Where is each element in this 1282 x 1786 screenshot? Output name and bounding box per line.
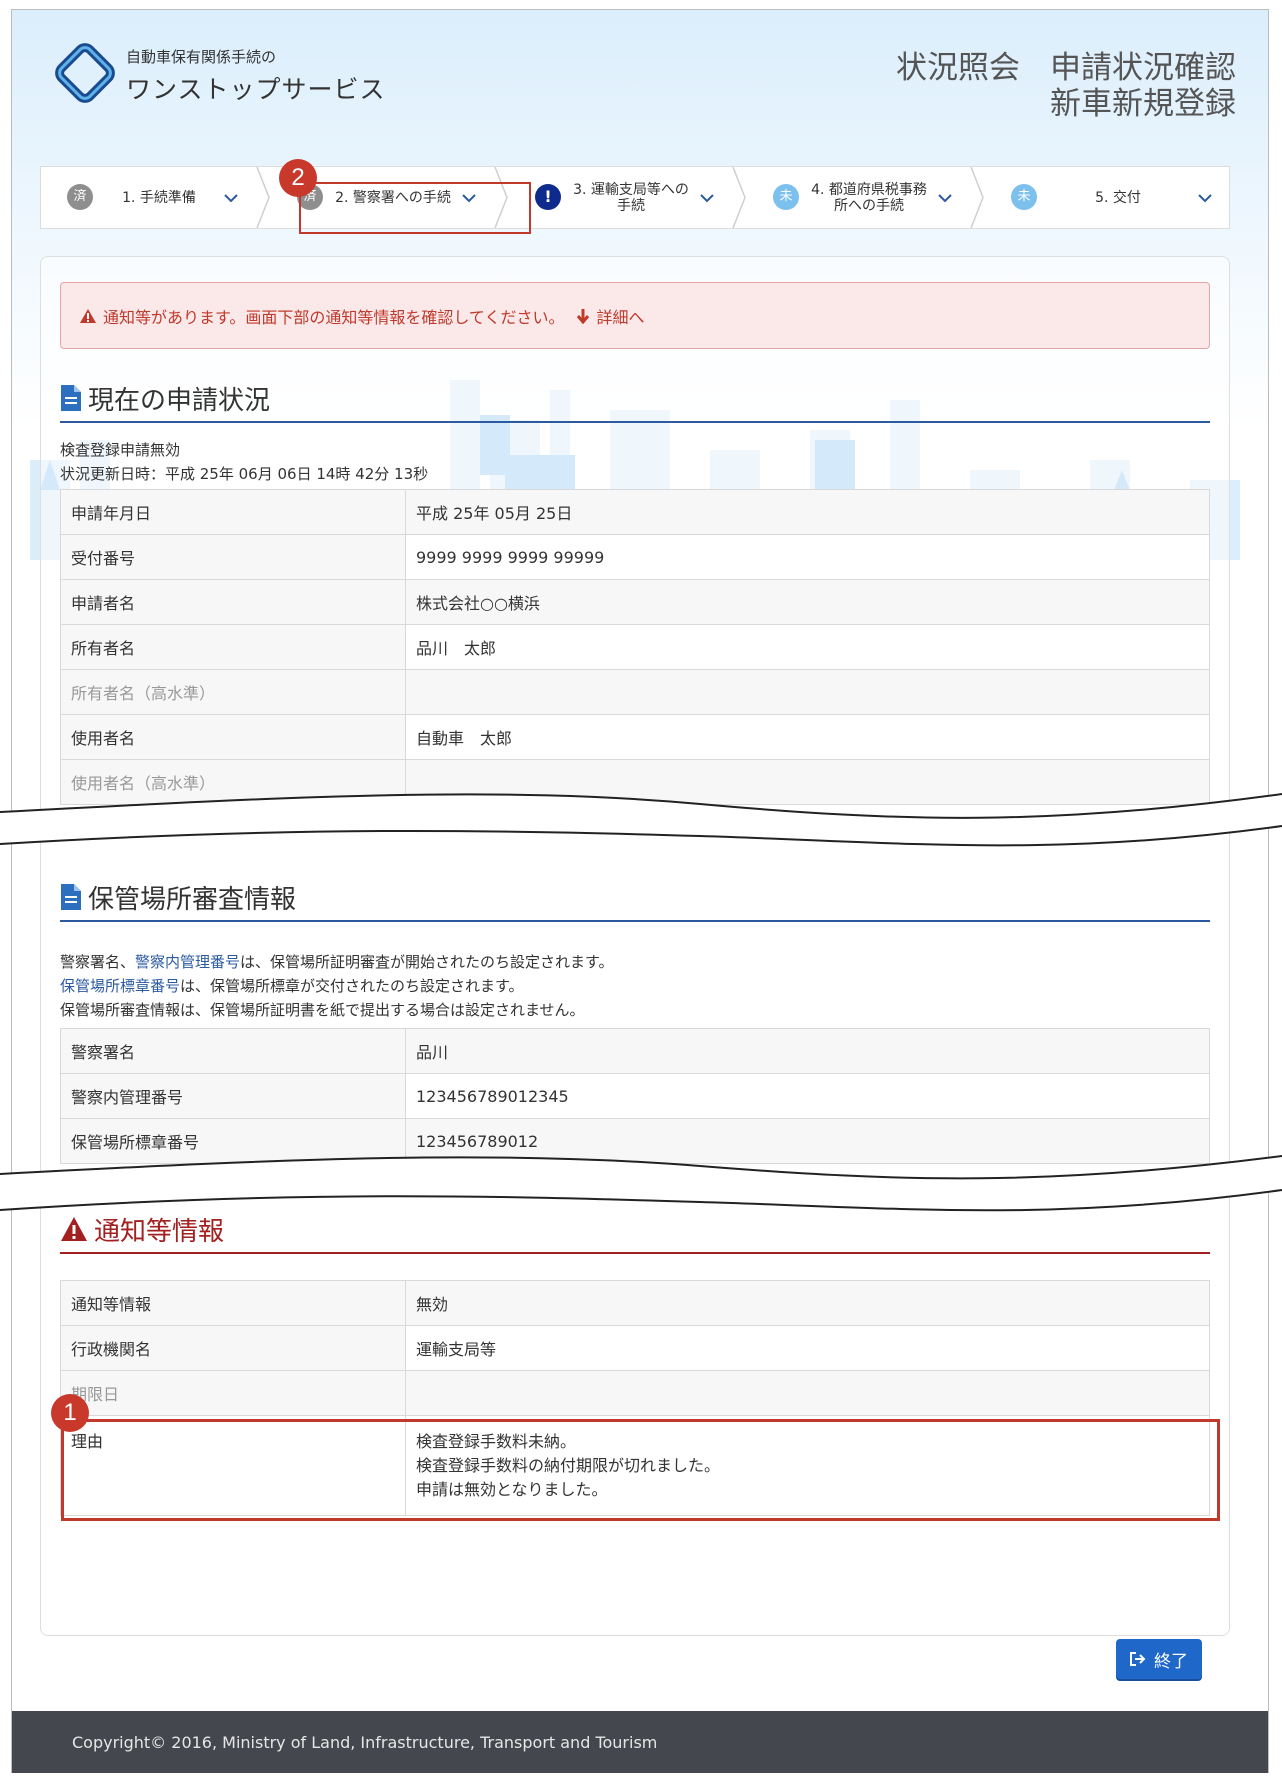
title-procedure: 新車新規登録 xyxy=(1050,86,1236,122)
note-text: は、保管場所証明審査が開始されたのち設定されます。 xyxy=(240,953,614,971)
footer: Copyright© 2016, Ministry of Land, Infra… xyxy=(12,1711,1268,1773)
table-row: 行政機関名 運輸支局等 xyxy=(60,1325,1210,1371)
step-3-transport[interactable]: ! 3. 運輸支局等への手続 xyxy=(509,167,731,228)
row-label: 所有者名 xyxy=(60,624,406,670)
step-3-label: 3. 運輸支局等への手続 xyxy=(573,181,689,214)
callout-marker-1: 1 xyxy=(51,1394,89,1432)
table-row: 申請者名 株式会社○○横浜 xyxy=(60,579,1210,625)
step-4-label: 4. 都道府県税事務所への手続 xyxy=(811,181,927,214)
storage-notes: 警察署名、警察内管理番号は、保管場所証明審査が開始されたのち設定されます。 保管… xyxy=(60,950,614,1022)
status-summary: 検査登録申請無効 状況更新日時：平成 25年 06月 06日 14時 42分 1… xyxy=(60,438,428,486)
note-text: は、保管場所標章が交付されたのち設定されます。 xyxy=(180,977,524,995)
row-label: 使用者名 xyxy=(60,714,406,760)
section-heading-notice: 通知等情報 xyxy=(60,1206,1210,1254)
alert-details-link[interactable]: 詳細へ xyxy=(596,304,644,328)
warning-icon xyxy=(61,1217,87,1241)
row-label: 申請年月日 xyxy=(60,489,406,535)
section-break-wave xyxy=(0,793,1282,847)
row-label: 警察内管理番号 xyxy=(60,1073,406,1119)
notice-alert-banner: 通知等があります。画面下部の通知等情報を確認してください。 詳細へ xyxy=(60,282,1210,349)
section-heading-storage: 保管場所審査情報 xyxy=(60,874,1210,922)
callout-marker-2: 2 xyxy=(279,159,317,197)
exit-button[interactable]: 終了 xyxy=(1116,1639,1202,1679)
row-label: 期限日 xyxy=(60,1370,406,1416)
table-row: 期限日 xyxy=(60,1370,1210,1416)
arrow-down-icon xyxy=(577,308,590,324)
document-icon xyxy=(61,884,81,910)
row-label: 警察署名 xyxy=(60,1028,406,1074)
logo-title: ワンストップサービス xyxy=(126,75,386,104)
table-row: 通知等情報 無効 xyxy=(60,1280,1210,1326)
status-table: 申請年月日 平成 25年 05月 25日 受付番号 9999 9999 9999 9… xyxy=(60,489,1210,805)
status-updated-time: 状況更新日時：平成 25年 06月 06日 14時 42分 13秒 xyxy=(60,465,429,483)
page-title: 状況照会 申請状況確認 新車新規登録 xyxy=(896,50,1236,122)
row-value: 品川 xyxy=(405,1028,1210,1074)
chevron-down-icon xyxy=(700,194,714,203)
row-value: 株式会社○○横浜 xyxy=(405,579,1210,625)
section-title: 保管場所審査情報 xyxy=(88,884,297,915)
step-separator xyxy=(970,167,984,228)
row-label: 通知等情報 xyxy=(60,1280,406,1326)
storage-note-1: 警察署名、警察内管理番号は、保管場所証明審査が開始されたのち設定されます。 xyxy=(60,950,614,974)
chevron-down-icon xyxy=(224,194,238,203)
storage-note-2: 保管場所標章番号は、保管場所標章が交付されたのち設定されます。 xyxy=(60,974,614,998)
row-value: 品川 太郎 xyxy=(405,624,1210,670)
step-5-pending-badge: 未 xyxy=(1011,184,1037,210)
logo-subtitle: 自動車保有関係手続の xyxy=(126,48,277,66)
table-row: 申請年月日 平成 25年 05月 25日 xyxy=(60,489,1210,535)
step-4-pending-badge: 未 xyxy=(773,184,799,210)
chevron-down-icon xyxy=(938,194,952,203)
row-value: 平成 25年 05月 25日 xyxy=(405,489,1210,535)
sign-out-icon xyxy=(1130,1652,1146,1666)
step-1-prep[interactable]: 済 1. 手続準備 xyxy=(41,167,255,228)
table-row: 受付番号 9999 9999 9999 99999 xyxy=(60,534,1210,580)
table-row: 警察内管理番号 123456789012345 xyxy=(60,1073,1210,1119)
step-separator xyxy=(256,167,270,228)
title-inquiry: 状況照会 xyxy=(896,50,1020,86)
step-1-done-badge: 済 xyxy=(67,184,93,210)
copyright-text: Copyright© 2016, Ministry of Land, Infra… xyxy=(72,1732,658,1752)
note-text: 警察署名、 xyxy=(60,953,136,971)
step-3-warning-badge: ! xyxy=(535,184,561,210)
exit-button-label: 終了 xyxy=(1154,1651,1188,1671)
step-4-tax-office[interactable]: 未 4. 都道府県税事務所への手続 xyxy=(747,167,969,228)
warning-icon xyxy=(80,308,96,323)
note-term-sticker-number: 保管場所標章番号 xyxy=(60,977,181,995)
logo-icon xyxy=(55,43,115,103)
table-row: 使用者名 自動車 太郎 xyxy=(60,714,1210,760)
section-heading-current-status: 現在の申請状況 xyxy=(60,375,1210,423)
row-label: 申請者名 xyxy=(60,579,406,625)
row-label: 行政機関名 xyxy=(60,1325,406,1371)
row-label: 所有者名（高水準） xyxy=(60,669,406,715)
chevron-down-icon xyxy=(1198,194,1212,203)
step-separator xyxy=(732,167,746,228)
note-term-police-number: 警察内管理番号 xyxy=(135,953,241,971)
row-value: 9999 9999 9999 99999 xyxy=(405,534,1210,580)
document-icon xyxy=(61,385,81,411)
row-value: 自動車 太郎 xyxy=(405,714,1210,760)
row-value xyxy=(405,669,1210,715)
row-value: 123456789012345 xyxy=(405,1073,1210,1119)
table-row: 警察署名 品川 xyxy=(60,1028,1210,1074)
row-label: 受付番号 xyxy=(60,534,406,580)
row-value xyxy=(405,1370,1210,1416)
row-value: 運輸支局等 xyxy=(405,1325,1210,1371)
step-5-label: 5. 交付 xyxy=(1095,189,1141,206)
section-title: 現在の申請状況 xyxy=(88,385,271,416)
highlight-step-2 xyxy=(299,182,531,234)
progress-steps: 済 1. 手続準備 済 2. 警察署への手続 ! 3. 運輸支局等への手続 未 … xyxy=(40,166,1230,229)
table-row: 所有者名（高水準） xyxy=(60,669,1210,715)
section-title: 通知等情報 xyxy=(94,1216,225,1247)
status-result: 検査登録申請無効 xyxy=(60,441,181,459)
title-status-check: 申請状況確認 xyxy=(1050,50,1236,86)
step-5-delivery[interactable]: 未 5. 交付 xyxy=(985,167,1229,228)
table-row: 所有者名 品川 太郎 xyxy=(60,624,1210,670)
highlight-reason-row xyxy=(61,1419,1220,1521)
row-value: 無効 xyxy=(405,1280,1210,1326)
storage-table: 警察署名 品川 警察内管理番号 123456789012345 保管場所標章番号 12… xyxy=(60,1028,1210,1164)
step-1-label: 1. 手続準備 xyxy=(122,189,196,206)
storage-note-3: 保管場所審査情報は、保管場所証明書を紙で提出する場合は設定されません。 xyxy=(60,1001,585,1019)
alert-message: 通知等があります。画面下部の通知等情報を確認してください。 xyxy=(103,307,565,327)
